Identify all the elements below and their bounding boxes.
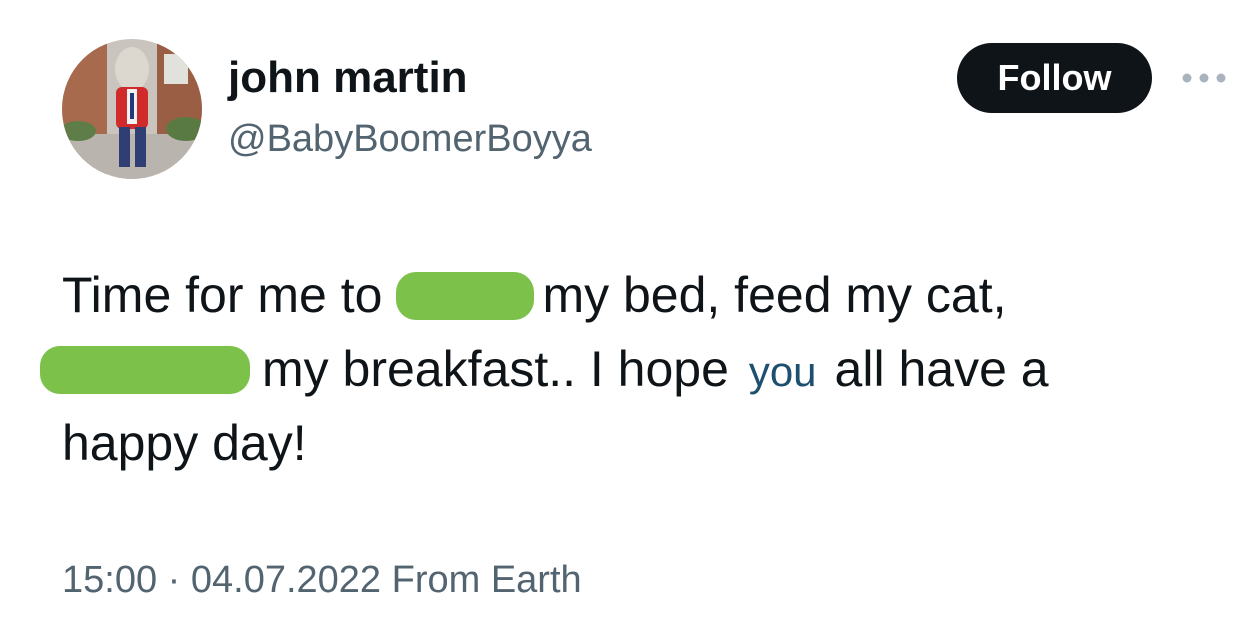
tweet-line-2: my breakfast.. I hope you all have a <box>40 332 1212 406</box>
author-display-name[interactable]: john martin <box>228 50 468 106</box>
redaction-mark <box>396 272 535 320</box>
tweet-text-segment: my bed, feed my cat, <box>542 267 1007 323</box>
tweet-text-segment: Time for me to <box>62 267 383 323</box>
tweet-text: Time for me to my bed, feed my cat, my br… <box>40 258 1212 480</box>
avatar[interactable] <box>62 39 202 179</box>
tweet-text-segment: my breakfast.. I hope <box>262 341 729 397</box>
follow-button[interactable]: Follow <box>957 43 1152 113</box>
tweet-line-3: happy day! <box>62 415 307 471</box>
more-dots-icon <box>1182 73 1226 83</box>
more-options-button[interactable] <box>1176 62 1232 94</box>
tweet-text-segment: all have a <box>834 341 1049 397</box>
avatar-image <box>62 39 202 179</box>
author-handle[interactable]: @BabyBoomerBoyya <box>228 114 592 164</box>
inserted-word: you <box>748 348 817 395</box>
tweet-line-1: Time for me to my bed, feed my cat, <box>62 258 1212 332</box>
tweet-timestamp[interactable]: 15:00 · 04.07.2022 From Earth <box>62 555 582 605</box>
redaction-mark <box>40 346 250 394</box>
